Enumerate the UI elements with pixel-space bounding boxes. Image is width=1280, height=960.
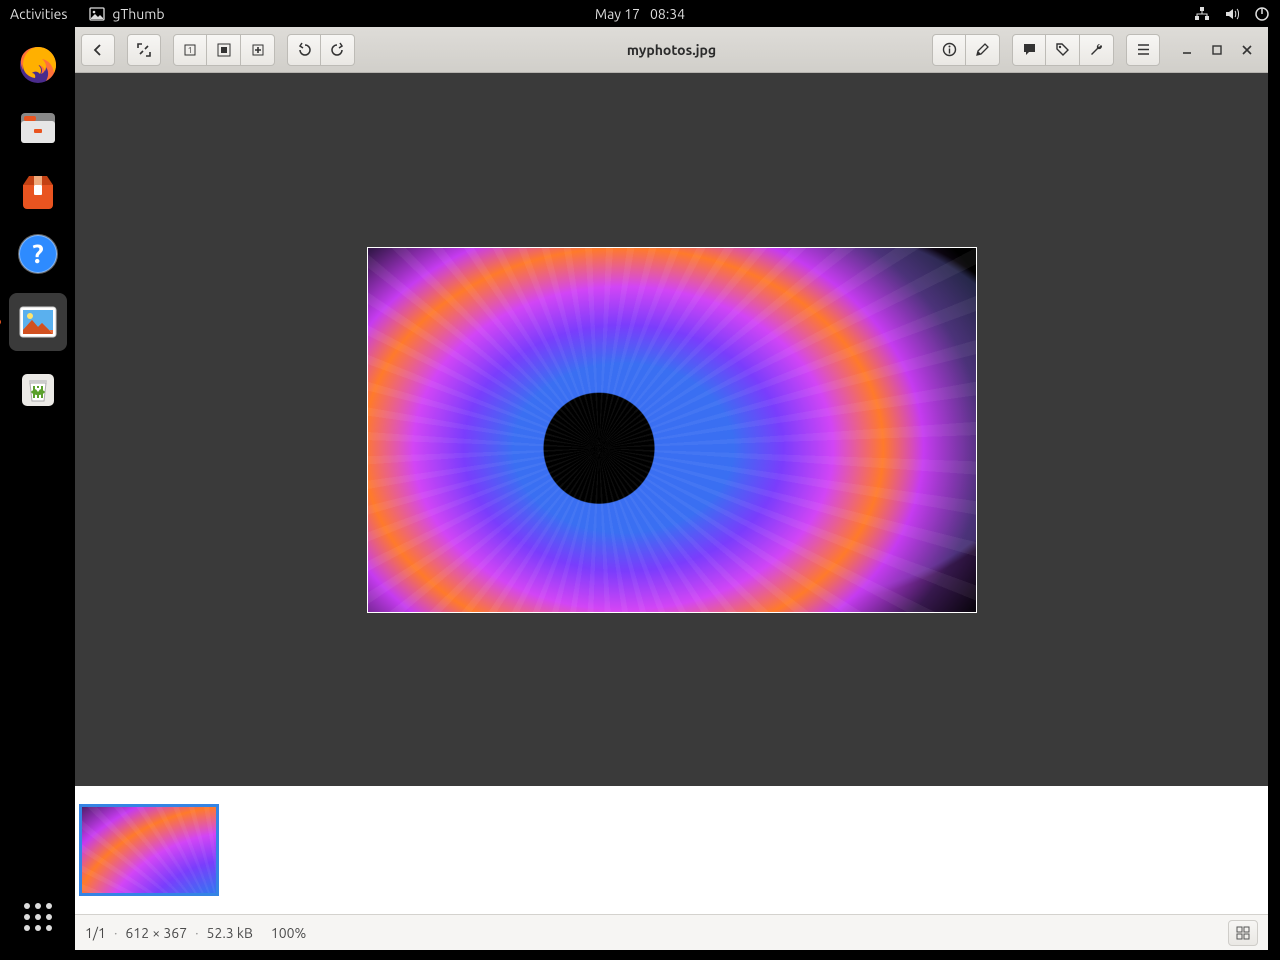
rotate-left-button[interactable] <box>287 34 321 66</box>
displayed-image <box>367 247 977 613</box>
activities-button[interactable]: Activities <box>10 6 67 22</box>
minimize-button[interactable] <box>1172 34 1202 66</box>
thumbnail-strip <box>75 786 1268 914</box>
hamburger-icon <box>1136 42 1151 57</box>
window-title: myphotos.jpg <box>627 42 716 58</box>
status-dimensions: 612 × 367 <box>125 925 187 941</box>
show-applications[interactable] <box>21 900 55 934</box>
image-viewer[interactable] <box>75 73 1268 786</box>
hamburger-menu-button[interactable] <box>1126 34 1160 66</box>
svg-text:?: ? <box>32 239 43 268</box>
dock-software[interactable] <box>14 167 62 215</box>
gnome-topbar: Activities gThumb May 17 08:34 <box>0 0 1280 27</box>
maximize-icon <box>1211 44 1223 56</box>
back-icon <box>91 43 105 57</box>
power-icon[interactable] <box>1254 6 1270 22</box>
browser-view-button[interactable] <box>1228 920 1258 946</box>
svg-text:1: 1 <box>188 46 193 55</box>
status-index: 1/1 <box>85 925 106 941</box>
status-filesize: 52.3 kB <box>207 925 253 941</box>
thumbnail-selected[interactable] <box>79 804 219 896</box>
rotate-left-icon <box>297 42 312 57</box>
zoom-in-icon <box>251 43 265 57</box>
zoom-fit-button[interactable] <box>207 34 241 66</box>
dock-trash[interactable] <box>14 366 62 414</box>
rotate-right-icon <box>330 42 345 57</box>
tag-icon <box>1055 42 1070 57</box>
zoom-in-button[interactable] <box>241 34 275 66</box>
status-zoom: 100% <box>271 925 306 941</box>
volume-icon[interactable] <box>1224 6 1240 22</box>
tools-button[interactable] <box>1080 34 1114 66</box>
fit-actual-icon: 1 <box>183 43 197 57</box>
gthumb-app-icon <box>89 6 105 22</box>
browser-grid-icon <box>1236 926 1250 940</box>
headerbar: 1 myphotos.jpg <box>75 27 1268 73</box>
dock-help[interactable]: ? <box>14 230 62 278</box>
zoom-actual-button[interactable]: 1 <box>173 34 207 66</box>
dock-gthumb[interactable] <box>9 293 67 351</box>
comment-button[interactable] <box>1012 34 1046 66</box>
tag-button[interactable] <box>1046 34 1080 66</box>
gthumb-window: 1 myphotos.jpg <box>75 27 1268 950</box>
maximize-button[interactable] <box>1202 34 1232 66</box>
back-button[interactable] <box>81 34 115 66</box>
app-menu[interactable]: gThumb <box>89 6 164 22</box>
ubuntu-dock: ? <box>0 27 75 960</box>
app-menu-label: gThumb <box>112 6 164 22</box>
comment-icon <box>1022 42 1037 57</box>
clock-date: May 17 <box>595 6 640 22</box>
properties-button[interactable] <box>932 34 966 66</box>
close-icon <box>1241 44 1253 56</box>
close-button[interactable] <box>1232 34 1262 66</box>
edit-icon <box>975 42 990 57</box>
minimize-icon <box>1181 44 1193 56</box>
fit-window-icon <box>217 43 231 57</box>
info-icon <box>942 42 957 57</box>
clock-time: 08:34 <box>650 6 685 22</box>
dock-firefox[interactable] <box>14 41 62 89</box>
edit-button[interactable] <box>966 34 1000 66</box>
dock-files[interactable] <box>14 104 62 152</box>
statusbar: 1/1 612 × 367 52.3 kB 100% <box>75 914 1268 950</box>
clock[interactable]: May 17 08:34 <box>595 6 685 22</box>
tools-icon <box>1089 42 1104 57</box>
fullscreen-button[interactable] <box>127 34 161 66</box>
rotate-right-button[interactable] <box>321 34 355 66</box>
network-icon[interactable] <box>1194 6 1210 22</box>
fullscreen-icon <box>136 42 152 58</box>
